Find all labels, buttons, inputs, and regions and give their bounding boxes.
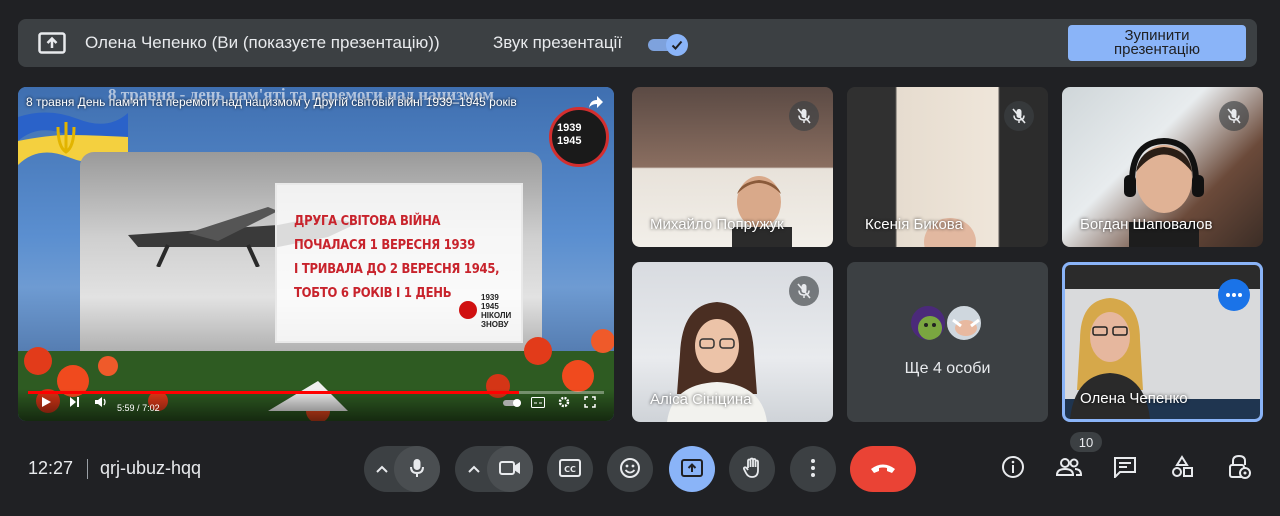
settings-icon[interactable] [558,395,570,413]
present-now-button[interactable] [669,446,715,492]
presentation-audio-toggle[interactable] [648,34,690,56]
next-icon[interactable] [68,395,80,413]
avatar [909,304,947,342]
host-controls-button[interactable] [1222,452,1256,486]
participant-tile[interactable]: Ксенія Бикова [847,87,1048,247]
slide-text-line: ДРУГА СВІТОВА ВІЙНА [294,213,441,229]
participant-count-badge: 10 [1070,432,1102,452]
end-call-icon [869,462,897,477]
video-time: 5:59 / 7:02 [117,403,160,413]
meeting-clock: 12:27 [28,458,74,478]
end-call-button[interactable] [850,446,916,492]
participant-tile-self[interactable]: Олена Чепенко [1062,262,1263,422]
more-options-icon [811,458,815,480]
present-now-icon [681,458,703,480]
presentation-audio-label: Звук презентації [493,33,623,52]
presentation-bar: Олена Чепенко (Ви (показуєте презентацію… [18,19,1257,67]
people-button[interactable] [1052,452,1086,486]
others-tile[interactable]: Ще 4 особи [847,262,1048,422]
participant-name: Аліса Сініцина [650,391,752,408]
participant-name: Олена Чепенко [1080,390,1188,407]
video-title[interactable]: 8 травня День пам'яті та перемоги над на… [26,95,517,109]
host-controls-icon [1227,454,1251,485]
chevron-up-icon[interactable] [462,458,486,480]
slide-text-line: І ТРИВАЛА ДО 2 ВЕРЕСНЯ 1945, [294,261,500,277]
presenter-status-text: Олена Чепенко (Ви (показуєте презентацію… [85,33,440,52]
video-progress-bar[interactable] [28,391,604,394]
info-icon [1001,455,1025,484]
mic-icon [410,458,424,481]
meeting-info-button[interactable] [996,452,1030,486]
others-count-label: Ще 4 особи [904,360,991,377]
participant-name: Ксенія Бикова [865,216,963,233]
chat-button[interactable] [1108,452,1142,486]
participant-tile[interactable]: Аліса Сініцина [632,262,833,422]
meeting-code: qrj-ubuz-hqq [100,458,202,478]
participant-name: Михайло Попружук [650,216,784,233]
chat-icon [1113,456,1137,483]
stop-presenting-button[interactable]: Зупинити презентацію [1068,25,1246,61]
more-options-button[interactable] [790,446,836,492]
mic-off-icon [789,276,819,306]
shared-screen-tile: 8 травня - день пам'яті та перемоги над … [18,87,614,421]
autoplay-toggle-icon[interactable] [503,395,523,413]
camera-icon [499,460,521,479]
mic-off-icon [1219,101,1249,131]
reactions-button[interactable] [607,446,653,492]
divider [87,459,88,479]
captions-icon: CC [559,458,581,480]
participant-tile[interactable]: Богдан Шаповалов [1062,87,1263,247]
activities-icon [1170,454,1194,484]
subtitles-icon[interactable] [531,395,545,413]
avatar [945,304,983,342]
chevron-up-icon[interactable] [370,458,394,480]
participant-video [732,176,792,247]
mic-off-icon [1004,101,1034,131]
activities-button[interactable] [1165,452,1199,486]
play-icon[interactable] [40,395,52,413]
present-screen-icon [38,32,66,54]
people-icon [1055,457,1083,482]
volume-icon[interactable] [94,395,107,413]
years-badge: 1939 1945 [535,107,611,193]
share-icon[interactable] [588,95,604,114]
emoji-icon [619,457,641,482]
svg-text:CC: CC [564,465,576,474]
more-options-icon[interactable] [1218,279,1250,311]
camera-button[interactable] [487,446,533,492]
raise-hand-icon [742,457,762,482]
mic-off-icon [789,101,819,131]
participant-tile[interactable]: Михайло Попружук [632,87,833,247]
participant-name: Богдан Шаповалов [1080,216,1213,233]
raise-hand-button[interactable] [729,446,775,492]
fullscreen-icon[interactable] [584,395,596,413]
microphone-button[interactable] [394,446,440,492]
captions-button[interactable]: CC [547,446,593,492]
slide-text-line: ПОЧАЛАСЯ 1 ВЕРЕСНЯ 1939 [294,237,476,253]
check-icon [666,34,688,56]
